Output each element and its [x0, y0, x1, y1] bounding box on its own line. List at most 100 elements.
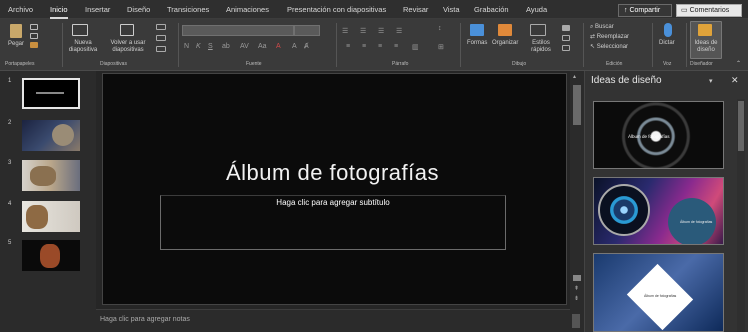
arrange-icon[interactable]	[498, 24, 512, 36]
font-size-grow-button[interactable]: A	[292, 43, 297, 50]
design-idea-card-1[interactable]: Álbum de fotografías	[593, 101, 724, 169]
tab-diseno[interactable]: Diseño	[127, 5, 150, 14]
replace-icon: ⇄	[590, 34, 597, 40]
font-size-field[interactable]	[294, 25, 320, 36]
font-name-field[interactable]	[182, 25, 294, 36]
shapes-button[interactable]: Formas	[467, 40, 487, 47]
justify-button[interactable]: ≡	[394, 43, 398, 50]
italic-button[interactable]: K	[196, 43, 201, 50]
replace-button[interactable]: ⇄ Reemplazar	[590, 34, 629, 41]
collapse-ribbon-icon[interactable]: ⌃	[736, 61, 741, 68]
layout-icon[interactable]	[156, 24, 166, 30]
tab-ayuda[interactable]: Ayuda	[526, 5, 547, 14]
find-button[interactable]: ⌕ Buscar	[590, 24, 614, 31]
new-slide-icon[interactable]	[72, 24, 88, 36]
section-icon[interactable]	[156, 46, 166, 52]
slide-thumbnail-5[interactable]	[22, 240, 80, 271]
design-ideas-button[interactable]: Ideas de diseño	[690, 40, 722, 54]
slide-thumbnail-4[interactable]	[22, 201, 80, 232]
clear-format-button[interactable]: Ⱥ	[304, 43, 309, 50]
comment-icon: ▭	[681, 7, 690, 14]
shape-effects-icon[interactable]	[562, 45, 570, 51]
numbering-button[interactable]: ☰	[360, 27, 366, 35]
tab-insertar[interactable]: Insertar	[85, 5, 110, 14]
ribbon-divider	[686, 23, 687, 67]
font-color-button[interactable]: A	[276, 43, 281, 50]
scrollbar-thumb[interactable]	[573, 85, 581, 125]
pane-options-icon[interactable]: ▾	[709, 77, 713, 85]
quick-styles-icon[interactable]	[530, 24, 546, 36]
reuse-slides-icon[interactable]	[120, 24, 134, 36]
slide-thumbnail-3[interactable]	[22, 160, 80, 191]
text-direction-button[interactable]: ↕	[438, 25, 442, 32]
align-left-button[interactable]: ≡	[346, 43, 350, 50]
tab-animaciones[interactable]: Animaciones	[226, 5, 269, 14]
tab-grabacion[interactable]: Grabación	[474, 5, 509, 14]
align-center-button[interactable]: ≡	[362, 43, 366, 50]
group-drawing-label: Dibujo	[512, 61, 527, 67]
dictate-button[interactable]: Dictar	[659, 40, 675, 47]
underline-button[interactable]: S	[208, 43, 213, 50]
cat-photo	[26, 205, 48, 229]
tab-archivo[interactable]: Archivo	[8, 5, 33, 14]
paste-icon[interactable]	[10, 24, 22, 38]
strikethrough-button[interactable]: ab	[222, 43, 230, 50]
design-idea-card-2[interactable]: Álbum de fotografías	[593, 177, 724, 245]
bullets-button[interactable]: ☰	[342, 27, 348, 35]
notes-pane[interactable]: Haga clic para agregar notas	[96, 309, 580, 332]
select-label: Seleccionar	[596, 44, 629, 50]
align-right-button[interactable]: ≡	[378, 43, 382, 50]
char-spacing-button[interactable]: AV	[240, 43, 249, 50]
ribbon-divider	[336, 23, 337, 67]
change-case-button[interactable]: Aa	[258, 43, 267, 50]
notes-scrollbar[interactable]	[572, 314, 580, 328]
subtitle-placeholder[interactable]: Haga clic para agregar subtítulo	[160, 195, 506, 250]
shapes-icon[interactable]	[470, 24, 484, 36]
smartart-button[interactable]: ⊞	[438, 43, 444, 51]
scroll-up-icon[interactable]: ▴	[573, 73, 581, 80]
tab-revisar[interactable]: Revisar	[403, 5, 428, 14]
next-slide-icon[interactable]: ⇟	[574, 295, 579, 302]
share-button[interactable]: ↑ Compartir	[618, 4, 672, 17]
tab-inicio[interactable]: Inicio	[50, 5, 68, 19]
shape-fill-icon[interactable]	[562, 25, 570, 31]
previous-slide-icon[interactable]: ⇞	[574, 285, 579, 292]
slide-thumbnail-2[interactable]	[22, 120, 80, 151]
thumbnail-title-line	[36, 92, 64, 94]
comments-button[interactable]: ▭ Comentarios	[676, 4, 742, 17]
columns-button[interactable]: ▥	[412, 43, 419, 51]
design-pane-scrollbar[interactable]	[737, 99, 745, 332]
tab-vista[interactable]: Vista	[443, 5, 460, 14]
lens-photo	[598, 184, 650, 236]
reset-icon[interactable]	[156, 35, 166, 41]
slide-thumbnail-1[interactable]	[22, 78, 80, 109]
scrollbar-thumb[interactable]	[738, 101, 744, 151]
reuse-slides-button[interactable]: Volver a usar diapositivas	[105, 40, 151, 54]
quick-styles-button[interactable]: Estilos rápidos	[526, 40, 556, 54]
cut-icon[interactable]	[30, 24, 38, 30]
indent-increase-button[interactable]: ☰	[396, 27, 402, 35]
design-idea-card-3[interactable]: Álbum de fotografías	[593, 253, 724, 332]
select-icon: ↖	[590, 44, 597, 50]
tab-presentacion[interactable]: Presentación con diapositivas	[287, 5, 386, 14]
slide-thumbnail-pane: 1 2 3 4 5	[0, 71, 96, 332]
format-painter-icon[interactable]	[30, 42, 38, 48]
tab-transiciones[interactable]: Transiciones	[167, 5, 209, 14]
slide-title[interactable]: Álbum de fotografías	[160, 160, 505, 186]
vertical-scrollbar[interactable]: ▴ ⇞ ⇟	[570, 71, 584, 309]
arrange-button[interactable]: Organizar	[492, 40, 518, 47]
scroll-down-icon[interactable]	[573, 275, 581, 281]
replace-label: Reemplazar	[596, 34, 630, 40]
microphone-icon[interactable]	[664, 23, 672, 37]
select-button[interactable]: ↖ Seleccionar	[590, 44, 628, 51]
copy-icon[interactable]	[30, 33, 38, 39]
design-ideas-icon[interactable]	[698, 24, 712, 36]
cat-photo	[52, 124, 74, 146]
slide-canvas[interactable]	[102, 73, 567, 305]
bold-button[interactable]: N	[184, 43, 189, 50]
new-slide-button[interactable]: Nueva diapositiva	[66, 40, 100, 54]
paste-button[interactable]: Pegar	[8, 41, 24, 48]
shape-outline-icon[interactable]	[562, 35, 570, 41]
close-icon[interactable]: ✕	[731, 75, 739, 86]
indent-decrease-button[interactable]: ☰	[378, 27, 384, 35]
